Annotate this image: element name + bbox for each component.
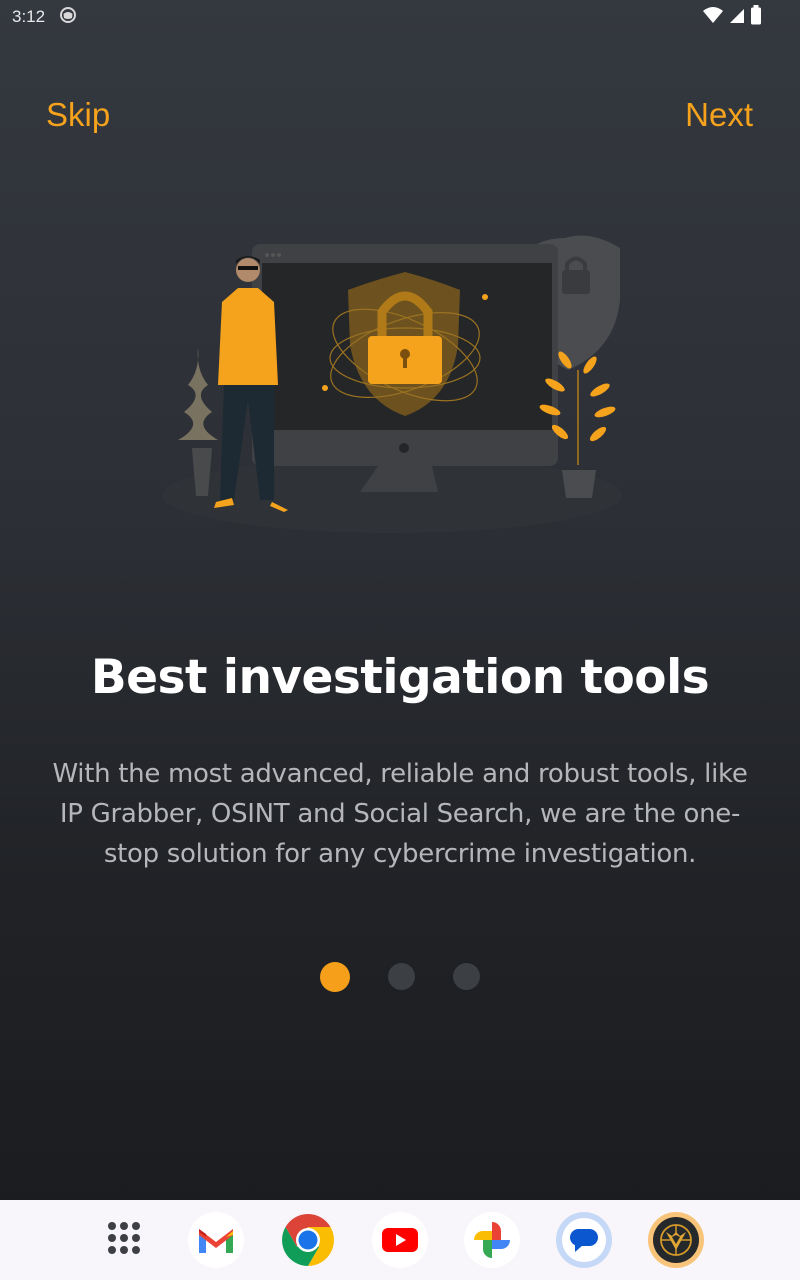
page-dot-3[interactable] bbox=[453, 963, 480, 990]
dock-app-drawer[interactable] bbox=[78, 1200, 170, 1280]
dock-messages[interactable] bbox=[538, 1200, 630, 1280]
next-button[interactable]: Next bbox=[685, 96, 753, 134]
dock-chrome[interactable] bbox=[262, 1200, 354, 1280]
battery-icon bbox=[750, 5, 762, 29]
app-drawer-icon[interactable] bbox=[106, 1220, 142, 1260]
app-dock bbox=[0, 1200, 800, 1280]
photos-icon[interactable] bbox=[464, 1212, 520, 1268]
page-description: With the most advanced, reliable and rob… bbox=[52, 759, 748, 869]
page-title: Best investigation tools bbox=[90, 650, 710, 705]
page-indicator bbox=[0, 962, 800, 992]
dock-gmail[interactable] bbox=[170, 1200, 262, 1280]
gmail-icon[interactable] bbox=[188, 1212, 244, 1268]
status-time: 3:12 bbox=[12, 7, 46, 26]
dock-youtube[interactable] bbox=[354, 1200, 446, 1280]
notification-icon bbox=[59, 6, 77, 28]
youtube-icon[interactable] bbox=[372, 1212, 428, 1268]
status-bar: 3:12 bbox=[0, 0, 800, 34]
chrome-icon[interactable] bbox=[280, 1212, 336, 1268]
wifi-icon bbox=[702, 6, 724, 28]
skip-button[interactable]: Skip bbox=[46, 96, 110, 134]
messages-icon[interactable] bbox=[556, 1212, 612, 1268]
cybersecurity-illustration bbox=[160, 220, 640, 540]
dock-photos[interactable] bbox=[446, 1200, 538, 1280]
investigation-app-icon[interactable] bbox=[648, 1212, 704, 1268]
dock-investigation-app[interactable] bbox=[630, 1200, 722, 1280]
signal-icon bbox=[728, 6, 746, 28]
page-dot-1-active[interactable] bbox=[320, 962, 350, 992]
page-dot-2[interactable] bbox=[388, 963, 415, 990]
